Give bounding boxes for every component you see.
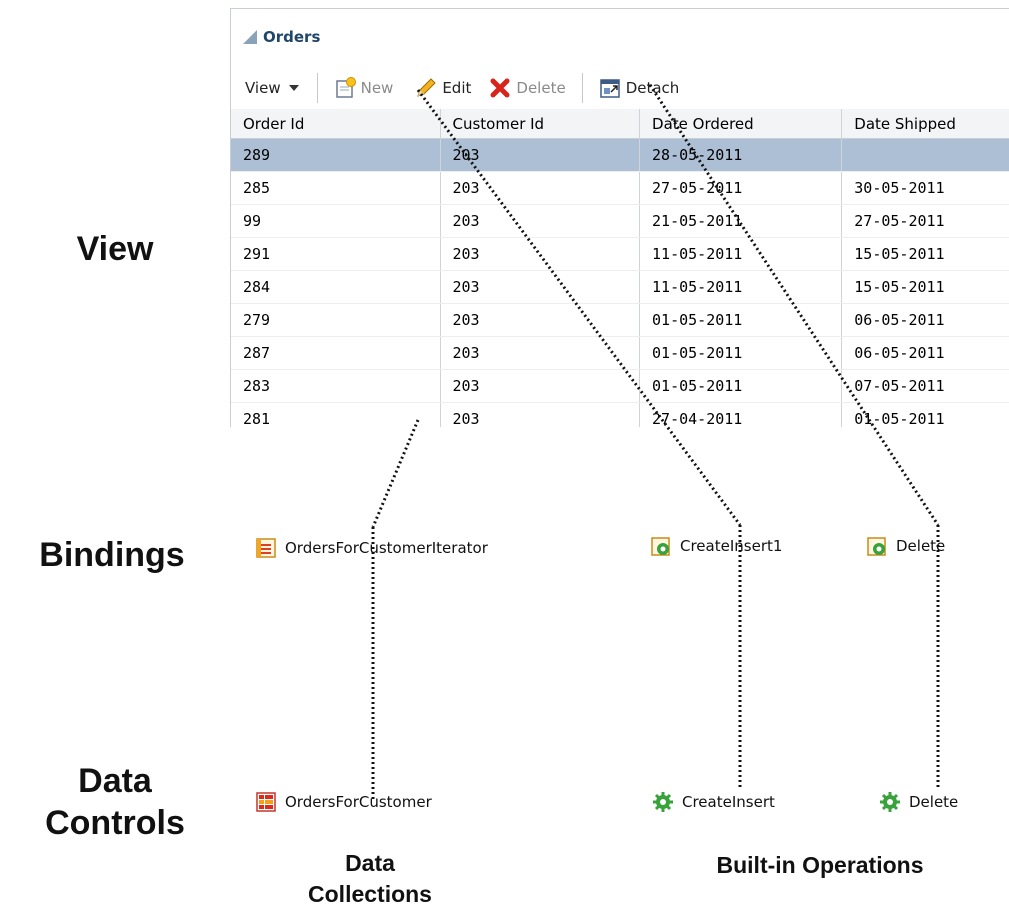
binding-iterator[interactable]: OrdersForCustomerIterator [255,537,488,559]
gear-icon [653,792,673,812]
binding-delete[interactable]: Delete [866,535,945,557]
operation-createinsert[interactable]: CreateInsert [652,791,775,813]
binding-iterator-label: OrdersForCustomerIterator [285,539,488,557]
binding-createinsert1[interactable]: CreateInsert1 [650,535,782,557]
data-collections-line1: Data [345,850,395,876]
data-collections-line2: Collections [308,881,432,907]
connector-delete-to-delete-binding [648,84,940,526]
operation-createinsert-label: CreateInsert [682,793,775,811]
connector-new-to-createinsert1 [416,89,742,526]
data-collection-label: OrdersForCustomer [285,793,432,811]
iterator-icon [256,538,276,558]
data-collections-caption: Data Collections [290,848,450,910]
binding-delete-label: Delete [896,537,946,555]
data-collection-orders[interactable]: OrdersForCustomer [255,791,432,813]
connector-table-to-iterator [371,419,420,528]
operation-delete-label: Delete [909,793,959,811]
action-binding-icon [651,537,670,556]
binding-createinsert1-label: CreateInsert1 [680,537,783,555]
collection-icon [256,792,276,812]
gear-icon [880,792,900,812]
operation-delete[interactable]: Delete [879,791,958,813]
action-binding-icon [867,537,886,556]
builtin-operations-caption: Built-in Operations [716,852,924,878]
connector-lines [371,84,940,800]
